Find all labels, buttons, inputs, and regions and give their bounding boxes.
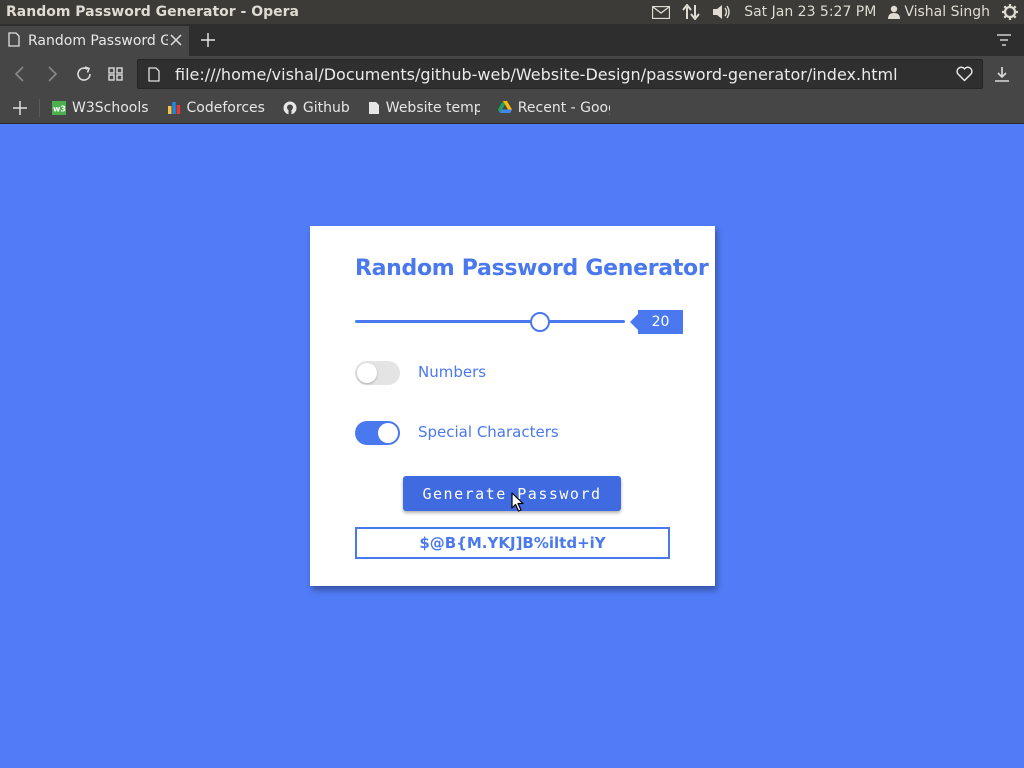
bookmark-website-templates[interactable]: Website templat — [368, 100, 480, 116]
toggle-knob — [378, 423, 398, 443]
clock[interactable]: Sat Jan 23 5:27 PM — [738, 4, 882, 20]
w3schools-icon: w3 — [52, 100, 66, 115]
length-slider-thumb[interactable] — [529, 312, 550, 332]
tab-label: Random Password G — [28, 33, 168, 49]
bookmark-label: Github — [302, 99, 350, 116]
tab-page-icon — [8, 31, 20, 51]
bookmark-label: Codeforces — [186, 99, 265, 116]
google-drive-icon — [497, 100, 512, 115]
window-title: Random Password Generator - Opera — [6, 4, 299, 20]
network-icon[interactable] — [676, 0, 706, 24]
url-field[interactable]: file:///home/vishal/Documents/github-web… — [137, 59, 983, 89]
bookmark-codeforces[interactable]: Codeforces — [167, 100, 265, 116]
url-text: file:///home/vishal/Documents/github-web… — [175, 64, 898, 84]
new-tab-plus-icon[interactable] — [199, 31, 217, 49]
github-icon — [283, 101, 297, 115]
page-info-icon[interactable] — [148, 67, 160, 82]
bookmark-label: Website templat — [385, 99, 480, 116]
os-top-bar: Random Password Generator - Opera Sat Ja… — [0, 0, 1024, 24]
codeforces-icon — [167, 101, 181, 115]
svg-text:w3: w3 — [53, 104, 66, 113]
user-icon — [882, 0, 902, 24]
app-title: Random Password Generator — [355, 256, 709, 281]
mouse-cursor-icon — [511, 492, 525, 513]
user-name[interactable]: Vishal Singh — [902, 4, 996, 20]
volume-icon[interactable] — [706, 0, 738, 24]
length-slider-track[interactable] — [355, 320, 625, 323]
close-tab-icon[interactable] — [169, 33, 183, 47]
bookmark-label: Recent - Google — [517, 99, 610, 116]
numbers-toggle[interactable] — [355, 361, 400, 385]
tab-menu-icon[interactable] — [996, 32, 1012, 46]
numbers-label: Numbers — [418, 363, 487, 381]
speed-dial-grid-icon[interactable] — [107, 65, 125, 83]
bookmark-google-drive[interactable]: Recent - Google — [497, 99, 610, 116]
bookmarks-bar: w3 W3Schools Codeforces Github Website t… — [0, 92, 1024, 124]
toggle-knob — [357, 363, 377, 383]
forward-icon[interactable] — [43, 65, 61, 83]
special-characters-toggle[interactable] — [355, 421, 400, 445]
length-value-badge: 20 — [630, 310, 683, 334]
password-generator-card: Random Password Generator 20 Numbers Spe… — [310, 226, 715, 586]
special-characters-label: Special Characters — [418, 423, 559, 441]
bookmark-heart-icon[interactable] — [956, 66, 973, 82]
download-icon[interactable] — [993, 65, 1011, 83]
bookmark-label: W3Schools — [72, 99, 149, 116]
bookmark-github[interactable]: Github — [283, 100, 350, 116]
generated-password-output[interactable]: $@B{M.YKJ]B%iltd+iY — [355, 527, 670, 559]
reload-icon[interactable] — [75, 65, 93, 83]
add-bookmark-plus-icon[interactable] — [0, 98, 40, 117]
bookmark-w3schools[interactable]: w3 W3Schools — [52, 100, 149, 116]
page-icon — [368, 101, 380, 115]
tab-strip: Random Password G — [0, 24, 1024, 56]
browser-tab[interactable]: Random Password G — [0, 26, 189, 56]
power-gear-icon[interactable] — [996, 0, 1024, 24]
back-icon[interactable] — [11, 65, 29, 83]
mail-icon[interactable] — [646, 0, 676, 24]
address-toolbar: file:///home/vishal/Documents/github-web… — [0, 56, 1024, 92]
